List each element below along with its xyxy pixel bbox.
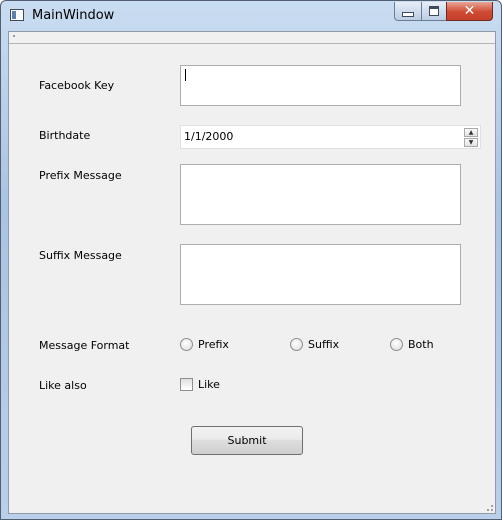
minimize-button[interactable] — [394, 2, 422, 21]
radio-suffix-label[interactable]: Suffix — [308, 338, 339, 351]
menu-bar[interactable] — [9, 32, 495, 44]
size-grip-icon[interactable] — [483, 501, 493, 511]
menu-grip-icon — [13, 35, 15, 37]
prefix-message-input[interactable] — [180, 164, 461, 225]
app-icon[interactable] — [10, 9, 24, 21]
suffix-message-label: Suffix Message — [39, 249, 122, 262]
close-button[interactable]: ✕ — [446, 2, 493, 21]
like-checkbox-label[interactable]: Like — [198, 378, 220, 391]
like-checkbox[interactable] — [180, 378, 193, 391]
radio-both-label[interactable]: Both — [408, 338, 434, 351]
radio-prefix-label[interactable]: Prefix — [198, 338, 229, 351]
birthdate-value: 1/1/2000 — [184, 130, 234, 143]
minimize-icon — [402, 11, 414, 17]
title-bar[interactable]: MainWindow ✕ — [1, 1, 502, 31]
close-icon: ✕ — [463, 3, 476, 19]
arrow-up-icon: ▲ — [468, 128, 474, 136]
window-frame: MainWindow ✕ Facebook Key Birthdate 1/1/… — [0, 0, 502, 520]
birthdate-date-edit[interactable]: 1/1/2000 ▲ ▼ — [180, 125, 481, 149]
date-spinner: ▲ ▼ — [464, 128, 478, 147]
like-also-label: Like also — [39, 379, 87, 392]
radio-both[interactable] — [390, 338, 403, 351]
spin-down-button[interactable]: ▼ — [464, 138, 478, 147]
message-format-label: Message Format — [39, 339, 130, 352]
suffix-message-input[interactable] — [180, 244, 461, 305]
text-caret — [185, 69, 186, 81]
arrow-down-icon: ▼ — [468, 138, 474, 146]
radio-suffix[interactable] — [290, 338, 303, 351]
birthdate-label: Birthdate — [39, 129, 91, 142]
facebook-key-label: Facebook Key — [39, 79, 115, 92]
window-title: MainWindow — [32, 8, 115, 23]
client-area: Facebook Key Birthdate 1/1/2000 ▲ ▼ Pref… — [8, 31, 496, 514]
spin-up-button[interactable]: ▲ — [464, 128, 478, 137]
prefix-message-label: Prefix Message — [39, 169, 122, 182]
submit-button[interactable]: Submit — [191, 426, 303, 455]
maximize-button[interactable] — [421, 2, 447, 21]
maximize-icon — [429, 6, 439, 16]
radio-prefix[interactable] — [180, 338, 193, 351]
facebook-key-input[interactable] — [180, 65, 461, 106]
